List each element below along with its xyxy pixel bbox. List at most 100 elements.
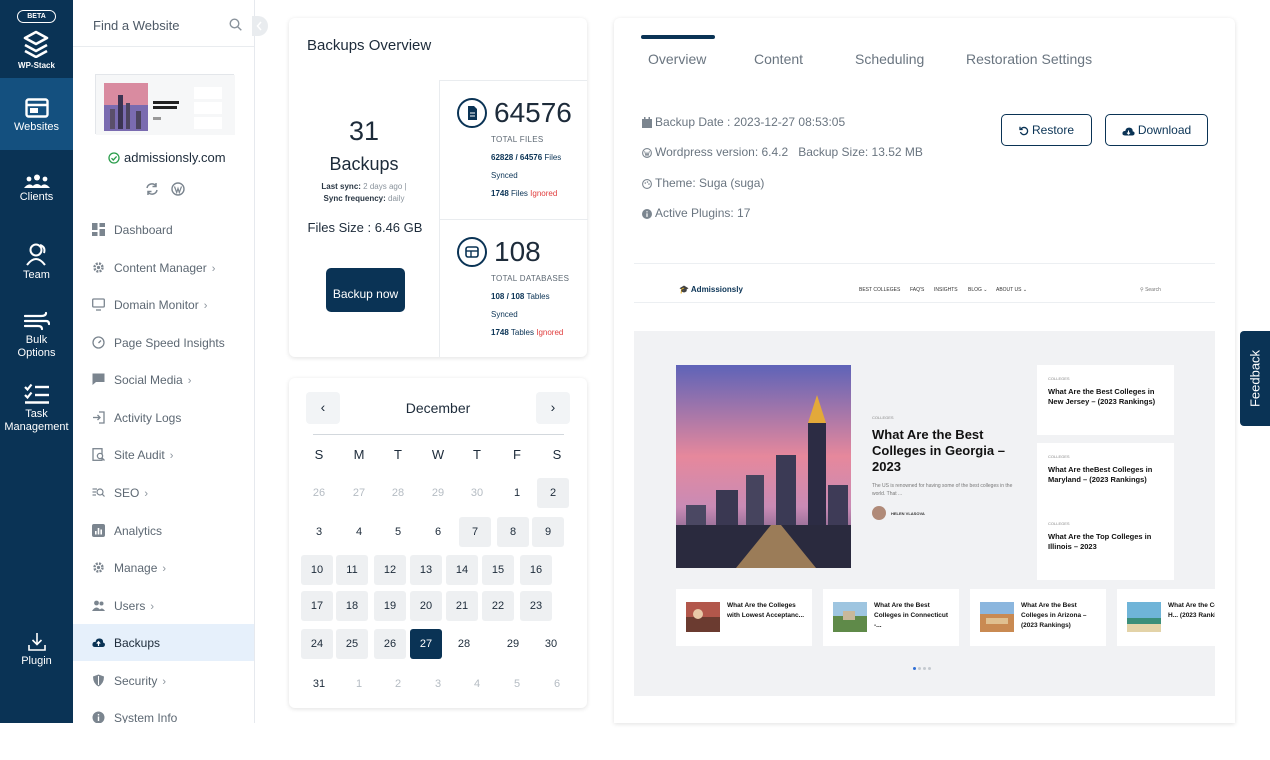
menu-item-backups[interactable]: Backups xyxy=(73,624,254,661)
preview-search: ⚲ Search xyxy=(1140,287,1161,293)
calendar-day[interactable]: 21 xyxy=(446,591,478,621)
backup-date-row: Backup Date : 2023-12-27 08:53:05 xyxy=(642,115,845,129)
download-button[interactable]: Download xyxy=(1105,114,1208,146)
tab-content[interactable]: Content xyxy=(754,51,803,67)
calendar-day[interactable]: 4 xyxy=(461,669,493,699)
sidebar-collapse-button[interactable] xyxy=(252,16,268,36)
calendar-day[interactable]: 29 xyxy=(497,629,529,659)
calendar-day[interactable]: 29 xyxy=(422,478,454,508)
calendar-day-selected[interactable]: 27 xyxy=(410,629,442,659)
feedback-button[interactable]: Feedback xyxy=(1240,331,1270,426)
calendar-day[interactable]: 3 xyxy=(303,517,335,547)
calendar-day[interactable]: 24 xyxy=(301,629,333,659)
menu-item-security[interactable]: Security › xyxy=(73,662,254,699)
calendar-day[interactable]: 31 xyxy=(303,669,335,699)
menu-item-domain-monitor[interactable]: Domain Monitor › xyxy=(73,286,254,323)
calendar-day[interactable]: 10 xyxy=(301,555,333,585)
calendar-day[interactable]: 25 xyxy=(336,629,368,659)
calendar-day[interactable]: 8 xyxy=(497,517,529,547)
calendar-day[interactable]: 22 xyxy=(482,591,514,621)
rail-item-clients[interactable]: Clients xyxy=(0,174,73,204)
menu-label: Backups xyxy=(114,636,161,650)
wordpress-icon[interactable] xyxy=(171,182,186,196)
calendar-day[interactable]: 19 xyxy=(374,591,406,621)
cloud-download-icon xyxy=(1122,127,1135,136)
menu-item-analytics[interactable]: Analytics xyxy=(73,512,254,549)
calendar-day[interactable]: 23 xyxy=(520,591,552,621)
wp-version-row: Wordpress version: 6.4.2 Backup Size: 13… xyxy=(642,145,923,159)
file-icon xyxy=(457,98,487,128)
rail-item-task-management[interactable]: Task Management xyxy=(0,383,73,434)
calendar-day[interactable]: 30 xyxy=(535,629,567,659)
restore-button[interactable]: Restore xyxy=(1001,114,1092,146)
menu-item-seo[interactable]: SEO › xyxy=(73,474,254,511)
menu-label: Social Media xyxy=(114,373,183,387)
tab-restoration-settings[interactable]: Restoration Settings xyxy=(966,51,1092,67)
menu-item-social-media[interactable]: Social Media › xyxy=(73,361,254,398)
calendar-day[interactable]: 15 xyxy=(482,555,514,585)
menu-item-site-audit[interactable]: Site Audit › xyxy=(73,436,254,473)
site-thumbnail[interactable] xyxy=(95,74,235,135)
menu-item-activity-logs[interactable]: Activity Logs xyxy=(73,399,254,436)
rail-item-plugin[interactable]: Plugin xyxy=(0,632,73,668)
calendar-day[interactable]: 5 xyxy=(501,669,533,699)
calendar-day[interactable]: 13 xyxy=(410,555,442,585)
site-domain[interactable]: admissionsly.com xyxy=(108,150,226,165)
carousel-dots[interactable] xyxy=(913,657,933,675)
backup-now-button[interactable]: Backup now xyxy=(326,268,405,312)
article-thumbnail xyxy=(980,602,1014,632)
tab-scheduling[interactable]: Scheduling xyxy=(855,51,924,67)
chevron-left-icon xyxy=(256,21,262,31)
calendar-day[interactable]: 1 xyxy=(343,669,375,699)
total-databases: 108 xyxy=(494,236,541,267)
calendar-day[interactable]: 28 xyxy=(382,478,414,508)
calendar-day[interactable]: 5 xyxy=(382,517,414,547)
calendar-day[interactable]: 17 xyxy=(301,591,333,621)
calendar-day[interactable]: 4 xyxy=(343,517,375,547)
menu-item-dashboard[interactable]: Dashboard xyxy=(73,211,254,248)
main-nav-rail: BETA WP-Stack Websites Clients Team Bulk… xyxy=(0,0,73,723)
rail-label: Bulk Options xyxy=(17,334,56,359)
calendar-day[interactable]: 7 xyxy=(459,517,491,547)
calendar-day[interactable]: 6 xyxy=(422,517,454,547)
rail-label: Team xyxy=(23,269,50,281)
calendar-day[interactable]: 11 xyxy=(336,555,368,585)
tab-overview[interactable]: Overview xyxy=(648,51,706,67)
calendar-day[interactable]: 28 xyxy=(448,629,480,659)
calendar-day[interactable]: 26 xyxy=(303,478,335,508)
calendar-day[interactable]: 2 xyxy=(537,478,569,508)
wp-stack-logo[interactable]: BETA WP-Stack xyxy=(0,0,73,78)
calendar-day[interactable]: 2 xyxy=(382,669,414,699)
search-input[interactable]: Find a Website xyxy=(93,18,179,33)
calendar-day[interactable]: 12 xyxy=(374,555,406,585)
search-icon[interactable] xyxy=(229,18,242,31)
menu-item-page-speed-insights[interactable]: Page Speed Insights xyxy=(73,324,254,361)
calendar-day[interactable]: 30 xyxy=(461,478,493,508)
calendar-day[interactable]: 16 xyxy=(520,555,552,585)
next-month-button[interactable]: › xyxy=(536,392,570,424)
files-ignored-label: Ignored xyxy=(530,189,558,198)
calendar-day[interactable]: 26 xyxy=(374,629,406,659)
rail-item-websites[interactable]: Websites xyxy=(0,78,73,150)
calendar-day[interactable]: 14 xyxy=(446,555,478,585)
menu-item-users[interactable]: Users › xyxy=(73,587,254,624)
rail-item-bulk-options[interactable]: Bulk Options xyxy=(0,311,73,360)
rail-item-team[interactable]: Team xyxy=(0,242,73,282)
sync-icon[interactable] xyxy=(145,182,159,196)
weekday-header: F xyxy=(513,447,521,462)
backup-stats: 64576 TOTAL FILES 62828 / 64576 Files Sy… xyxy=(439,80,588,357)
menu-item-manage[interactable]: Manage › xyxy=(73,549,254,586)
weekday-header: T xyxy=(394,447,402,462)
calendar-day[interactable]: 20 xyxy=(410,591,442,621)
calendar-day[interactable]: 6 xyxy=(541,669,573,699)
menu-label-wrap: Social Media › xyxy=(114,373,191,387)
calendar-day[interactable]: 3 xyxy=(422,669,454,699)
menu-item-content-manager[interactable]: Content Manager › xyxy=(73,249,254,286)
calendar-day[interactable]: 9 xyxy=(532,517,564,547)
calendar-day[interactable]: 27 xyxy=(343,478,375,508)
files-ignored-count: 1748 xyxy=(491,189,509,198)
rail-label: Task Management xyxy=(4,408,69,433)
calendar-day[interactable]: 1 xyxy=(501,478,533,508)
menu-item-system-info[interactable]: System Info xyxy=(73,699,254,723)
calendar-day[interactable]: 18 xyxy=(336,591,368,621)
